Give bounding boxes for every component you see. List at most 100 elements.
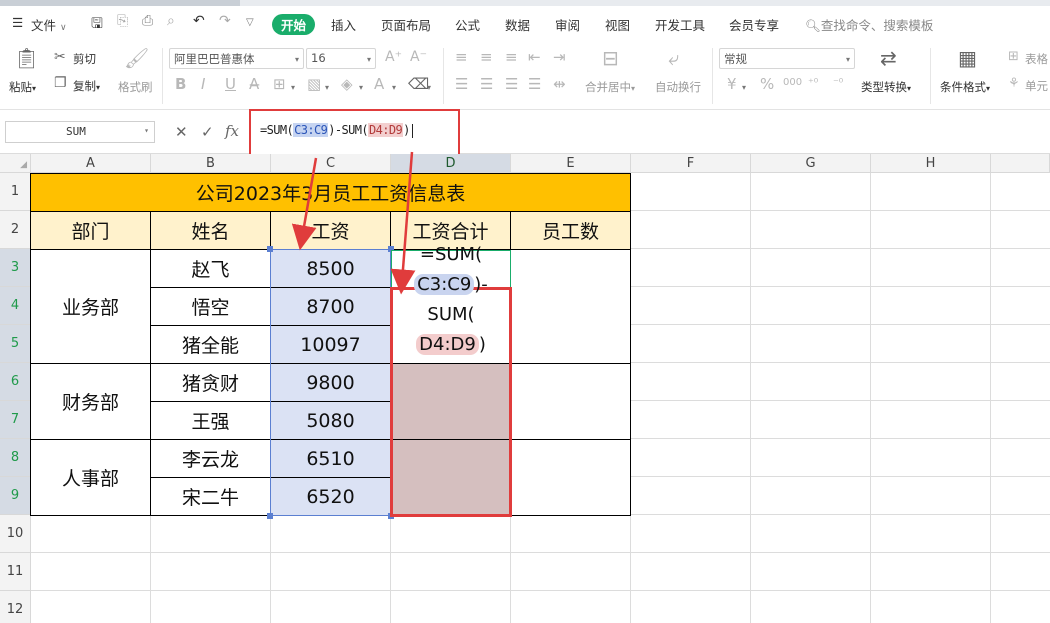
decrease-decimal-icon[interactable]: ⁻⁰ — [833, 77, 843, 88]
distribute-icon[interactable]: ⇹ — [553, 77, 566, 92]
header-department[interactable]: 部门 — [31, 212, 151, 250]
column-header-i[interactable] — [991, 154, 1050, 173]
range-handle[interactable] — [267, 246, 273, 252]
chevron-down-icon[interactable]: ▾ — [359, 83, 363, 92]
chevron-down-icon[interactable]: ▾ — [427, 83, 431, 92]
column-header-b[interactable]: B — [151, 154, 271, 173]
name-cell[interactable]: 王强 — [151, 402, 271, 440]
employee-count-cell[interactable] — [511, 250, 631, 364]
salary-cell[interactable]: 8700 — [271, 288, 391, 326]
name-cell[interactable]: 猪全能 — [151, 326, 271, 364]
paste-icon[interactable]: 📋︎ — [14, 48, 39, 68]
formula-input[interactable]: =SUM(C3:C9)-SUM(D4:D9) — [249, 109, 460, 156]
salary-cell[interactable]: 6510 — [271, 440, 391, 478]
row-header-6[interactable]: 6 — [0, 363, 31, 401]
quick-access-dropdown-icon[interactable]: ▽ — [246, 17, 254, 28]
range-handle[interactable] — [267, 513, 273, 519]
row-header-4[interactable]: 4 — [0, 287, 31, 325]
bold-button[interactable]: B — [175, 77, 186, 92]
export-icon[interactable]: ⎘ — [117, 13, 128, 29]
name-cell[interactable]: 宋二牛 — [151, 478, 271, 516]
tab-insert[interactable]: 插入 — [331, 15, 356, 34]
header-employee-count[interactable]: 员工数 — [511, 212, 631, 250]
align-middle-icon[interactable]: ≡ — [480, 50, 493, 65]
italic-button[interactable]: I — [201, 77, 205, 92]
underline-button[interactable]: U — [225, 77, 236, 92]
salary-total-cell[interactable] — [391, 440, 511, 516]
dept-cell[interactable]: 财务部 — [31, 364, 151, 440]
cancel-icon[interactable]: ✕ — [175, 123, 188, 141]
currency-button[interactable]: ¥ — [727, 77, 737, 92]
column-header-f[interactable]: F — [631, 154, 751, 173]
format-painter-button[interactable]: 格式刷 — [118, 79, 153, 95]
number-format-select[interactable]: 常规 ▾ — [719, 48, 855, 69]
percent-button[interactable]: % — [760, 77, 774, 92]
print-preview-icon[interactable]: ⌕ — [167, 13, 175, 29]
insert-function-button[interactable]: fx — [225, 122, 239, 140]
command-search[interactable]: 🔍︎查找命令、搜索模板 — [805, 15, 933, 34]
font-name-select[interactable]: 阿里巴巴普惠体 ▾ — [169, 48, 304, 69]
fill-pattern-icon[interactable]: ▧ — [307, 77, 321, 92]
paste-button[interactable]: 粘贴▾ — [9, 79, 36, 95]
align-left-icon[interactable]: ☰ — [455, 77, 468, 92]
row-header-11[interactable]: 11 — [0, 553, 31, 591]
redo-icon[interactable]: ↷ — [219, 13, 231, 29]
dept-cell[interactable]: 业务部 — [31, 250, 151, 364]
name-cell[interactable]: 李云龙 — [151, 440, 271, 478]
tab-review[interactable]: 审阅 — [555, 15, 580, 34]
chevron-down-icon[interactable]: ▾ — [291, 83, 295, 92]
chevron-down-icon[interactable]: ▾ — [325, 83, 329, 92]
name-box[interactable]: SUM ▾ — [5, 121, 155, 143]
fill-color-icon[interactable]: ◈ — [341, 77, 353, 92]
justify-icon[interactable]: ☰ — [528, 77, 541, 92]
tab-page-layout[interactable]: 页面布局 — [381, 15, 431, 34]
font-size-select[interactable]: 16 ▾ — [306, 48, 376, 69]
undo-icon[interactable]: ↶ — [193, 13, 205, 29]
salary-total-cell[interactable] — [391, 364, 511, 440]
dept-cell[interactable]: 人事部 — [31, 440, 151, 516]
tab-home[interactable]: 开始 — [272, 14, 316, 35]
tab-formulas[interactable]: 公式 — [455, 15, 480, 34]
row-header-3[interactable]: 3 — [0, 249, 31, 287]
cell-style-button[interactable]: 单元 — [1025, 78, 1048, 94]
menu-file[interactable]: 文件 ∨ — [31, 15, 67, 34]
thousands-button[interactable]: 000 — [783, 78, 802, 88]
cut-button[interactable]: 剪切 — [73, 51, 96, 67]
header-salary[interactable]: 工资 — [271, 212, 391, 250]
increase-decimal-icon[interactable]: ⁺⁰ — [808, 77, 818, 88]
save-icon[interactable]: 🖫 — [91, 13, 103, 37]
salary-cell[interactable]: 6520 — [271, 478, 391, 516]
row-header-5[interactable]: 5 — [0, 325, 31, 363]
header-name[interactable]: 姓名 — [151, 212, 271, 250]
select-all-corner[interactable]: ◢ — [0, 154, 31, 173]
name-cell[interactable]: 悟空 — [151, 288, 271, 326]
tab-data[interactable]: 数据 — [505, 15, 530, 34]
copy-button[interactable]: 复制▾ — [73, 78, 100, 94]
employee-count-cell[interactable] — [511, 440, 631, 516]
tab-developer[interactable]: 开发工具 — [655, 15, 705, 34]
indent-icon[interactable]: ⇥ — [553, 50, 566, 65]
row-header-12[interactable]: 12 — [0, 591, 31, 623]
chevron-down-icon[interactable]: ▾ — [742, 83, 746, 92]
salary-cell[interactable]: 8500 — [271, 250, 391, 288]
column-header-c[interactable]: C — [271, 154, 391, 173]
spreadsheet-grid[interactable]: ◢ A B C D E F G H 1 2 3 4 5 6 7 8 9 10 1… — [0, 154, 1050, 623]
row-header-9[interactable]: 9 — [0, 477, 31, 515]
employee-count-cell[interactable] — [511, 364, 631, 440]
row-header-10[interactable]: 10 — [0, 515, 31, 553]
merge-center-button[interactable]: 合并居中▾ — [585, 79, 635, 95]
outdent-icon[interactable]: ⇤ — [528, 50, 541, 65]
salary-cell[interactable]: 9800 — [271, 364, 391, 402]
conditional-format-button[interactable]: 条件格式▾ — [940, 79, 990, 95]
column-header-h[interactable]: H — [871, 154, 991, 173]
align-right-icon[interactable]: ☰ — [505, 77, 518, 92]
wrap-text-button[interactable]: 自动换行 — [655, 79, 701, 95]
print-icon[interactable]: ⎙ — [142, 13, 153, 29]
name-cell[interactable]: 赵飞 — [151, 250, 271, 288]
salary-cell[interactable]: 10097 — [271, 326, 391, 364]
row-header-8[interactable]: 8 — [0, 439, 31, 477]
row-header-7[interactable]: 7 — [0, 401, 31, 439]
type-convert-button[interactable]: 类型转换▾ — [861, 79, 911, 95]
tab-view[interactable]: 视图 — [605, 15, 630, 34]
tab-member[interactable]: 会员专享 — [729, 15, 779, 34]
